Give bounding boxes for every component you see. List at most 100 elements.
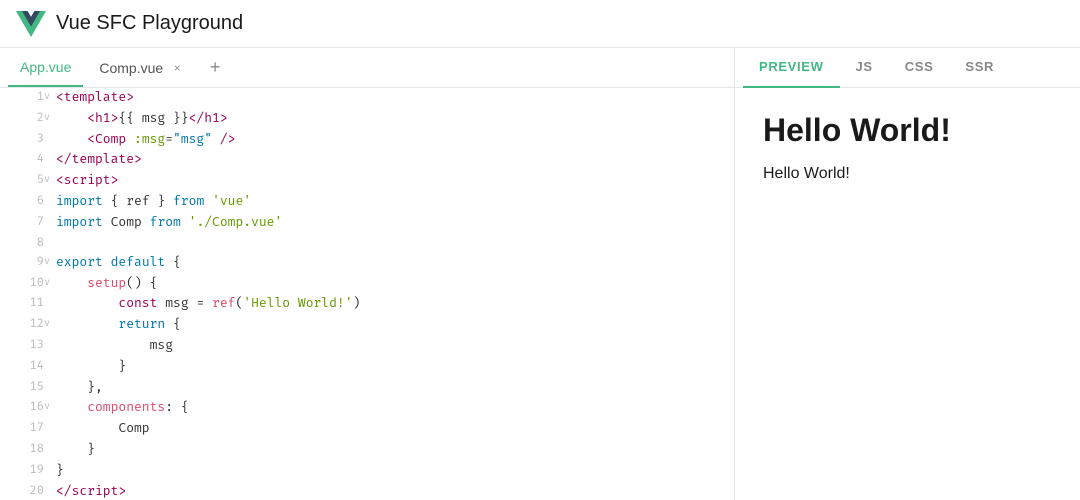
line-content: </script> <box>56 482 734 500</box>
line-content: import Comp from './Comp.vue' <box>56 213 734 234</box>
tab-app-vue-label: App.vue <box>20 59 71 75</box>
line-content: } <box>56 357 734 378</box>
logo: Vue SFC Playground <box>16 9 243 39</box>
table-row: 4 </template> <box>0 150 734 171</box>
line-content: components: { <box>56 398 734 419</box>
table-row: 15 }, <box>0 378 734 399</box>
table-row: 8 <box>0 234 734 253</box>
main-layout: App.vue Comp.vue × + 1 v <template> 2 v … <box>0 48 1080 500</box>
preview-heading: Hello World! <box>763 112 1052 149</box>
line-content: msg <box>56 336 734 357</box>
line-fold: v <box>44 253 56 274</box>
line-fold <box>44 150 56 171</box>
line-content: import { ref } from 'vue' <box>56 192 734 213</box>
line-fold <box>44 440 56 461</box>
table-row: 5 v <script> <box>0 171 734 192</box>
table-row: 1 v <template> <box>0 88 734 109</box>
line-number: 12 <box>0 315 44 336</box>
line-content: <template> <box>56 88 734 109</box>
line-number: 4 <box>0 150 44 171</box>
editor-tabs: App.vue Comp.vue × + <box>0 48 734 88</box>
line-content: } <box>56 440 734 461</box>
line-fold <box>44 234 56 253</box>
line-content: const msg = ref('Hello World!') <box>56 294 734 315</box>
line-number: 8 <box>0 234 44 253</box>
table-row: 10 v setup() { <box>0 274 734 295</box>
line-number: 19 <box>0 461 44 482</box>
line-fold <box>44 461 56 482</box>
app-title: Vue SFC Playground <box>56 12 243 35</box>
line-fold <box>44 336 56 357</box>
line-fold: v <box>44 109 56 130</box>
vue-logo-icon <box>16 9 46 39</box>
code-editor[interactable]: 1 v <template> 2 v <h1>{{ msg }}</h1> 3 … <box>0 88 734 500</box>
line-fold <box>44 213 56 234</box>
line-fold <box>44 130 56 151</box>
tab-preview-label: PREVIEW <box>759 59 824 74</box>
tab-css[interactable]: CSS <box>889 48 950 88</box>
app-header: Vue SFC Playground <box>0 0 1080 48</box>
line-content: <h1>{{ msg }}</h1> <box>56 109 734 130</box>
line-number: 10 <box>0 274 44 295</box>
preview-content: Hello World! Hello World! <box>735 88 1080 500</box>
tab-app-vue[interactable]: App.vue <box>8 49 83 87</box>
line-content: } <box>56 461 734 482</box>
line-number: 3 <box>0 130 44 151</box>
line-content <box>56 234 734 253</box>
preview-tabs: PREVIEW JS CSS SSR <box>735 48 1080 88</box>
line-fold <box>44 419 56 440</box>
table-row: 12 v return { <box>0 315 734 336</box>
line-number: 9 <box>0 253 44 274</box>
line-content: </template> <box>56 150 734 171</box>
tab-add-button[interactable]: + <box>201 54 229 82</box>
table-row: 6 import { ref } from 'vue' <box>0 192 734 213</box>
line-number: 14 <box>0 357 44 378</box>
line-number: 5 <box>0 171 44 192</box>
line-content: return { <box>56 315 734 336</box>
line-fold: v <box>44 88 56 109</box>
code-table: 1 v <template> 2 v <h1>{{ msg }}</h1> 3 … <box>0 88 734 500</box>
preview-panel: PREVIEW JS CSS SSR Hello World! Hello Wo… <box>735 48 1080 500</box>
line-number: 18 <box>0 440 44 461</box>
table-row: 18 } <box>0 440 734 461</box>
tab-css-label: CSS <box>905 59 934 74</box>
tab-preview[interactable]: PREVIEW <box>743 48 840 88</box>
tab-ssr-label: SSR <box>965 59 994 74</box>
table-row: 14 } <box>0 357 734 378</box>
tab-js[interactable]: JS <box>840 48 889 88</box>
line-content: <Comp :msg="msg" /> <box>56 130 734 151</box>
tab-add-icon: + <box>210 57 221 78</box>
line-fold <box>44 357 56 378</box>
preview-paragraph: Hello World! <box>763 165 1052 183</box>
table-row: 20 </script> <box>0 482 734 500</box>
tab-comp-vue-label: Comp.vue <box>99 60 163 76</box>
table-row: 19 } <box>0 461 734 482</box>
line-number: 16 <box>0 398 44 419</box>
line-fold <box>44 482 56 500</box>
line-content: Comp <box>56 419 734 440</box>
line-number: 11 <box>0 294 44 315</box>
table-row: 16 v components: { <box>0 398 734 419</box>
line-content: setup() { <box>56 274 734 295</box>
tab-comp-vue-close[interactable]: × <box>169 60 185 76</box>
line-fold <box>44 192 56 213</box>
line-number: 15 <box>0 378 44 399</box>
line-fold <box>44 294 56 315</box>
line-fold: v <box>44 315 56 336</box>
line-fold <box>44 378 56 399</box>
line-number: 2 <box>0 109 44 130</box>
tab-js-label: JS <box>856 59 873 74</box>
line-content: }, <box>56 378 734 399</box>
line-number: 13 <box>0 336 44 357</box>
tab-comp-vue[interactable]: Comp.vue × <box>87 49 197 87</box>
line-fold: v <box>44 398 56 419</box>
table-row: 17 Comp <box>0 419 734 440</box>
editor-panel: App.vue Comp.vue × + 1 v <template> 2 v … <box>0 48 735 500</box>
table-row: 7 import Comp from './Comp.vue' <box>0 213 734 234</box>
table-row: 3 <Comp :msg="msg" /> <box>0 130 734 151</box>
line-number: 1 <box>0 88 44 109</box>
table-row: 2 v <h1>{{ msg }}</h1> <box>0 109 734 130</box>
tab-ssr[interactable]: SSR <box>949 48 1010 88</box>
line-number: 17 <box>0 419 44 440</box>
line-fold: v <box>44 274 56 295</box>
